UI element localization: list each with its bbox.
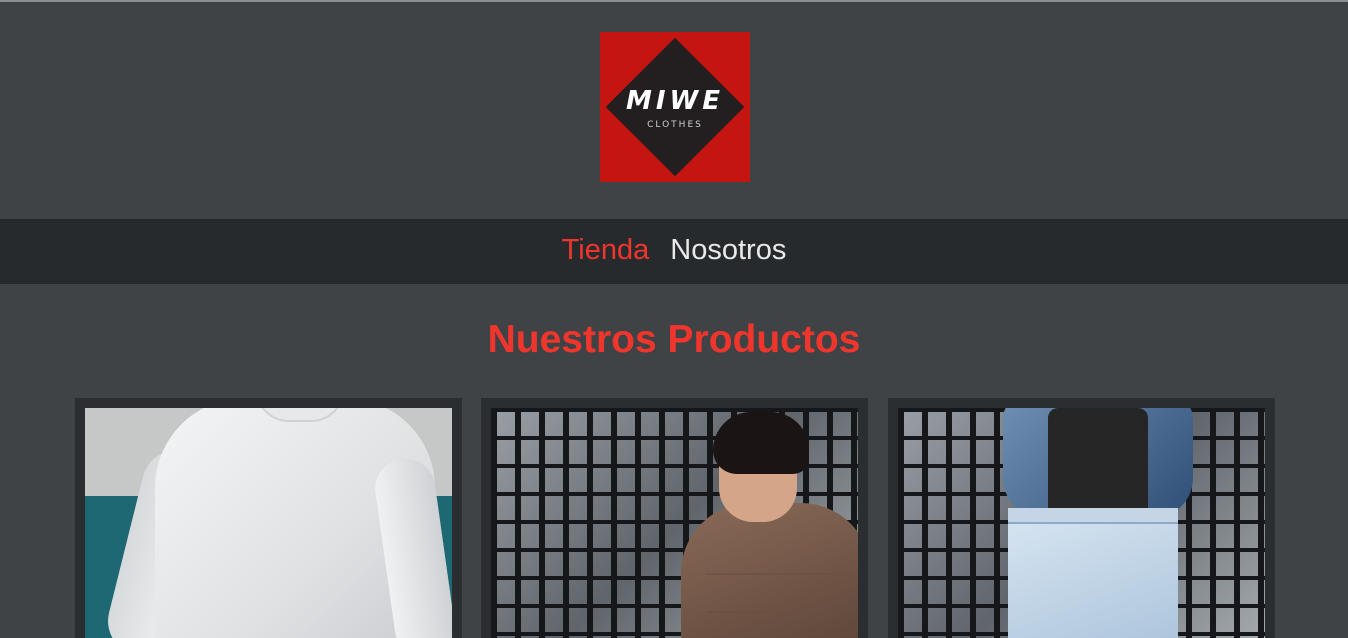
sweatshirt-print [706, 573, 836, 613]
product-card[interactable] [481, 398, 868, 638]
model-torso-brown-sweatshirt [681, 503, 858, 638]
main-navigation: Tienda Nosotros [0, 219, 1348, 284]
product-card[interactable] [888, 398, 1275, 638]
light-jeans [1008, 508, 1178, 638]
logo-tagline-text: CLOTHES [647, 120, 703, 130]
model-hair [713, 412, 809, 474]
product-card[interactable] [75, 398, 462, 638]
site-header: MIWE CLOTHES [0, 2, 1348, 219]
logo-brand-text: MIWE [626, 86, 724, 116]
nav-link-nosotros[interactable]: Nosotros [670, 234, 786, 269]
jeans-waistband [1008, 508, 1178, 524]
black-shirt [1048, 408, 1148, 518]
product-image-white-sweatshirt[interactable] [85, 408, 452, 638]
product-image-brown-sweatshirt[interactable] [491, 408, 858, 638]
product-image-denim-jacket[interactable] [898, 408, 1265, 638]
nav-link-tienda[interactable]: Tienda [562, 234, 650, 269]
miwe-logo[interactable]: MIWE CLOTHES [600, 32, 750, 182]
products-section-title: Nuestros Productos [487, 318, 861, 361]
